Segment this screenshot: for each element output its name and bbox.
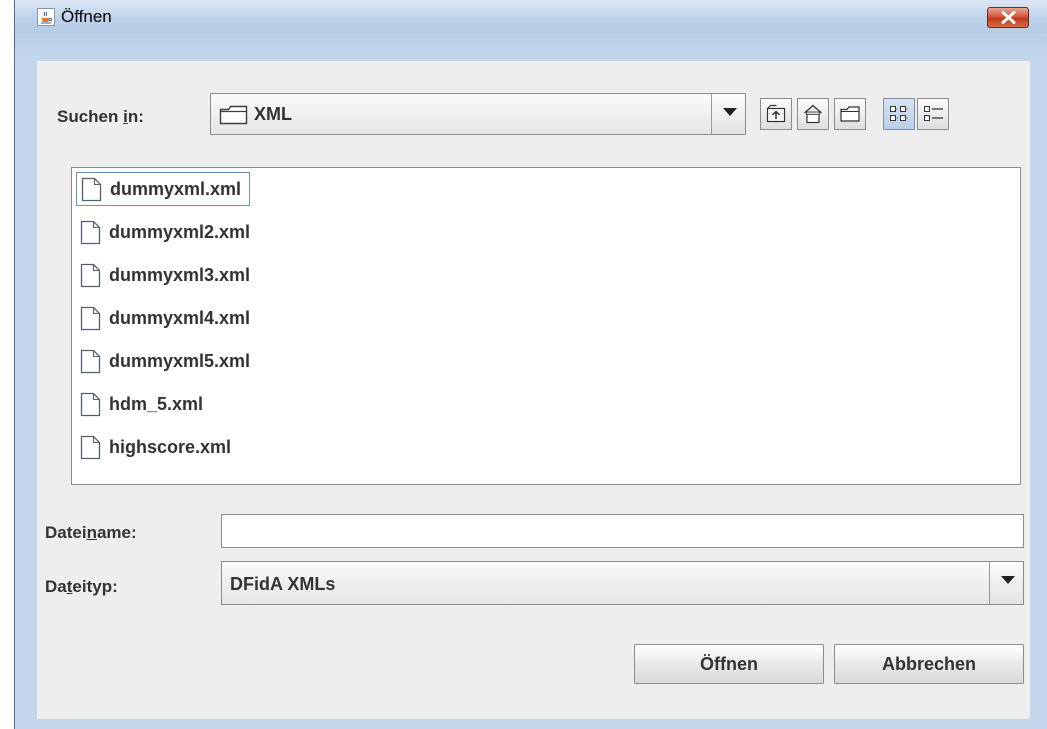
list-item[interactable]: dummyxml2.xml <box>76 215 258 249</box>
file-icon <box>80 435 101 459</box>
file-type-label: Dateityp: <box>45 577 118 596</box>
file-icon <box>80 263 101 287</box>
file-type-combobox[interactable]: DFidA XMLs <box>221 561 1024 605</box>
look-in-combobox[interactable]: XML <box>210 93 746 135</box>
details-view-icon <box>924 106 943 121</box>
list-item[interactable]: dummyxml.xml <box>76 172 251 206</box>
file-name-input[interactable] <box>221 514 1024 548</box>
folder-icon <box>219 105 248 125</box>
file-list[interactable]: dummyxml.xml dummyxml2.xml dummyxml3.xml… <box>71 167 1021 485</box>
new-folder-icon <box>840 106 860 122</box>
title-bar[interactable]: Öffnen <box>15 0 1047 34</box>
file-name-label: Dateiname: <box>45 523 137 542</box>
window-title: Öffnen <box>61 7 112 26</box>
file-name: dummyxml4.xml <box>109 307 251 328</box>
file-name: hdm_5.xml <box>109 393 204 414</box>
dialog-content: Suchen in: XML dummyxml.xml dummyxml2.xm… <box>37 61 1030 719</box>
look-in-label: Suchen in: <box>57 107 144 126</box>
file-icon <box>80 306 101 330</box>
close-button[interactable] <box>987 7 1029 28</box>
file-name: dummyxml5.xml <box>109 350 251 371</box>
up-one-level-button[interactable] <box>760 98 792 130</box>
list-view-button[interactable] <box>883 98 915 130</box>
file-icon <box>80 349 101 373</box>
file-name: dummyxml3.xml <box>109 264 251 285</box>
java-cup-icon <box>37 8 55 26</box>
list-item[interactable]: dummyxml3.xml <box>76 258 258 292</box>
open-dialog-window: Öffnen Suchen in: XML dummyxml.xml dummy… <box>14 0 1047 729</box>
details-view-button[interactable] <box>917 98 949 130</box>
list-item[interactable]: dummyxml5.xml <box>76 344 258 378</box>
list-item[interactable]: highscore.xml <box>76 430 239 464</box>
open-button[interactable]: Öffnen <box>634 644 824 684</box>
chevron-down-icon[interactable] <box>711 94 745 134</box>
file-name: highscore.xml <box>109 436 232 457</box>
file-icon <box>80 392 101 416</box>
list-item[interactable]: hdm_5.xml <box>76 387 211 421</box>
file-name: dummyxml2.xml <box>109 221 251 242</box>
cancel-button[interactable]: Abbrechen <box>834 644 1024 684</box>
list-item[interactable]: dummyxml4.xml <box>76 301 258 335</box>
look-in-value: XML <box>254 104 292 124</box>
file-icon <box>80 220 101 244</box>
file-name: dummyxml.xml <box>110 178 242 199</box>
file-icon <box>81 177 102 201</box>
file-type-value: DFidA XMLs <box>230 574 336 594</box>
list-view-icon <box>890 106 909 121</box>
close-icon <box>1001 11 1016 24</box>
chevron-down-icon[interactable] <box>989 562 1023 604</box>
up-one-level-icon <box>766 104 786 123</box>
home-icon <box>804 104 822 124</box>
home-button[interactable] <box>797 98 829 130</box>
new-folder-button[interactable] <box>834 98 866 130</box>
